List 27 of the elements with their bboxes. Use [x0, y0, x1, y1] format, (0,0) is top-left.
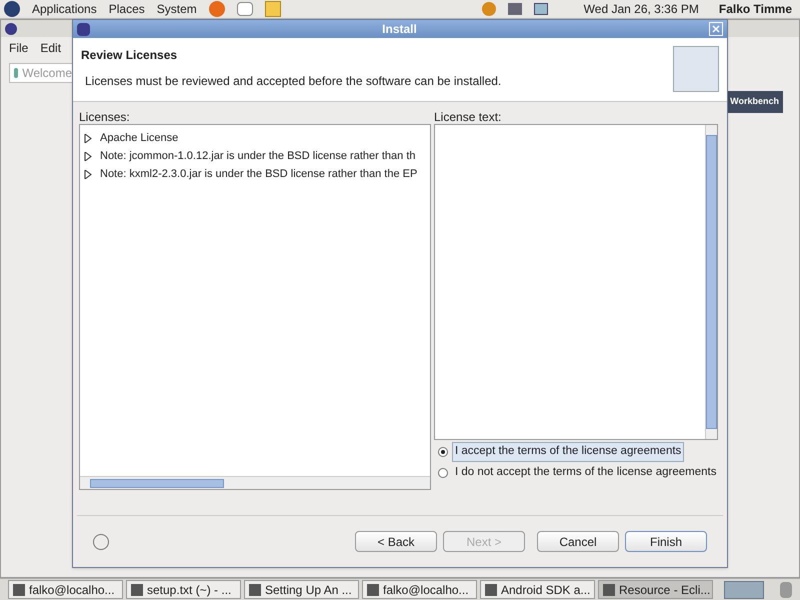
page-heading: Review Licenses	[81, 47, 178, 64]
menu-item[interactable]: Edit	[40, 39, 62, 57]
panel-menu[interactable]: Applications	[32, 0, 97, 18]
license-item[interactable]: Note: kxml2-2.3.0.jar is under the BSD license rather than the EP	[100, 166, 418, 182]
clock[interactable]: Wed Jan 26, 3:36 PM	[584, 0, 699, 18]
radio-label[interactable]: I accept the terms of the license agreements	[452, 442, 684, 462]
wizard-button[interactable]: Finish	[625, 531, 707, 552]
license-item[interactable]: Note: jcommon-1.0.12.jar is under the BSD license rather than th	[100, 148, 416, 164]
user-name[interactable]: Falko Timme	[718, 0, 792, 18]
taskbar-button[interactable]: Setting Up An ...	[244, 580, 359, 599]
taskbar-button[interactable]: Resource - Ecli...	[598, 580, 713, 599]
panel-menu[interactable]: Places	[108, 0, 145, 18]
taskbar-button[interactable]: falko@localho...	[8, 580, 123, 599]
panel-menu[interactable]: System	[156, 0, 197, 18]
dialog-title: Install	[381, 21, 418, 38]
taskbar-button[interactable]: setup.txt (~) - ...	[126, 580, 241, 599]
menu-item[interactable]: File	[9, 39, 28, 57]
license-item[interactable]: Apache License	[100, 130, 178, 146]
license-text-label: License text:	[434, 109, 502, 124]
taskbar-button[interactable]: falko@localho...	[362, 580, 477, 599]
radio-label[interactable]: I do not accept the terms of the license agreements	[452, 463, 720, 483]
wizard-button[interactable]: Cancel	[537, 531, 619, 552]
licenses-label: Licenses:	[79, 109, 131, 124]
wizard-button[interactable]: < Back	[355, 531, 437, 552]
workbench-label[interactable]: Workbench	[726, 91, 783, 112]
taskbar-button[interactable]: Android SDK a...	[480, 580, 595, 599]
page-description: Licenses must be reviewed and accepted before the software can be installed.	[84, 73, 502, 90]
